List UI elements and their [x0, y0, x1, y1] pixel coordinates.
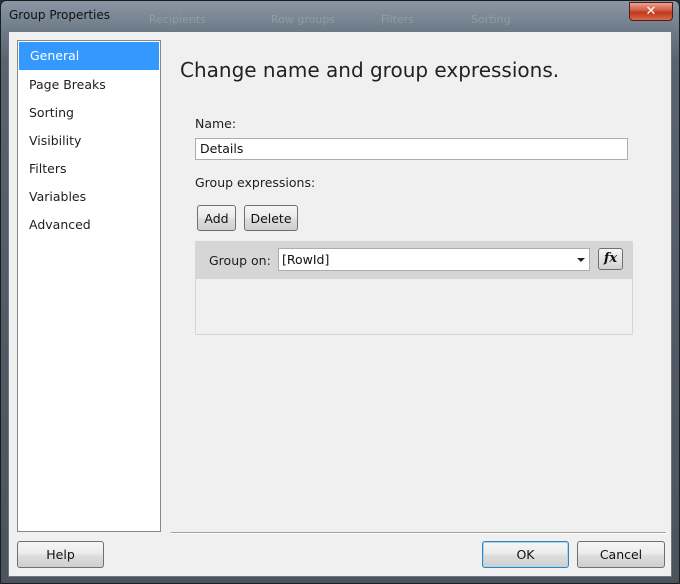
nav-item-label: Filters [29, 161, 67, 176]
dialog-client-area: General Page Breaks Sorting Visibility F… [8, 31, 672, 577]
group-properties-dialog: Group Properties Recipients Row groups F… [0, 0, 680, 584]
help-button[interactable]: Help [17, 541, 104, 568]
ok-button[interactable]: OK [482, 541, 569, 568]
group-expressions-label: Group expressions: [195, 175, 316, 190]
nav-item-label: General [30, 48, 80, 63]
title-bar[interactable]: Group Properties Recipients Row groups F… [1, 1, 679, 31]
name-input[interactable]: Details [195, 138, 628, 160]
background-hint-text: Filters [381, 13, 414, 26]
nav-item-advanced[interactable]: Advanced [18, 211, 160, 239]
nav-item-general[interactable]: General [19, 42, 159, 70]
page-list: General Page Breaks Sorting Visibility F… [17, 40, 161, 532]
nav-item-filters[interactable]: Filters [18, 155, 160, 183]
nav-item-page-breaks[interactable]: Page Breaks [18, 71, 160, 99]
nav-item-label: Visibility [29, 133, 82, 148]
close-icon: ✕ [645, 4, 657, 19]
chevron-down-icon[interactable] [577, 258, 585, 262]
delete-button[interactable]: Delete [244, 205, 298, 231]
group-on-combobox[interactable]: [RowId] [278, 248, 590, 271]
nav-item-label: Sorting [29, 105, 74, 120]
close-button[interactable]: ✕ [629, 2, 673, 21]
nav-item-variables[interactable]: Variables [18, 183, 160, 211]
expression-fx-button[interactable]: fx [598, 248, 623, 270]
background-hint-text: Sorting [471, 13, 511, 26]
page-heading: Change name and group expressions. [180, 58, 560, 82]
group-expressions-grid: Group on: [RowId] fx [195, 241, 633, 335]
nav-item-label: Advanced [29, 217, 91, 232]
nav-item-visibility[interactable]: Visibility [18, 127, 160, 155]
nav-item-sorting[interactable]: Sorting [18, 99, 160, 127]
window-title: Group Properties [9, 8, 110, 22]
background-hint-text: Row groups [271, 13, 336, 26]
cancel-button[interactable]: Cancel [577, 541, 665, 568]
general-page: Change name and group expressions. Name:… [171, 32, 667, 532]
group-expression-row[interactable]: Group on: [RowId] fx [196, 242, 632, 279]
name-label: Name: [195, 116, 237, 131]
group-on-value: [RowId] [282, 252, 330, 267]
group-on-label: Group on: [209, 253, 271, 268]
nav-item-label: Page Breaks [29, 77, 106, 92]
footer-divider [171, 532, 666, 534]
nav-item-label: Variables [29, 189, 87, 204]
background-hint-text: Recipients [149, 13, 206, 26]
function-icon: fx [603, 251, 618, 266]
add-button[interactable]: Add [197, 205, 236, 231]
